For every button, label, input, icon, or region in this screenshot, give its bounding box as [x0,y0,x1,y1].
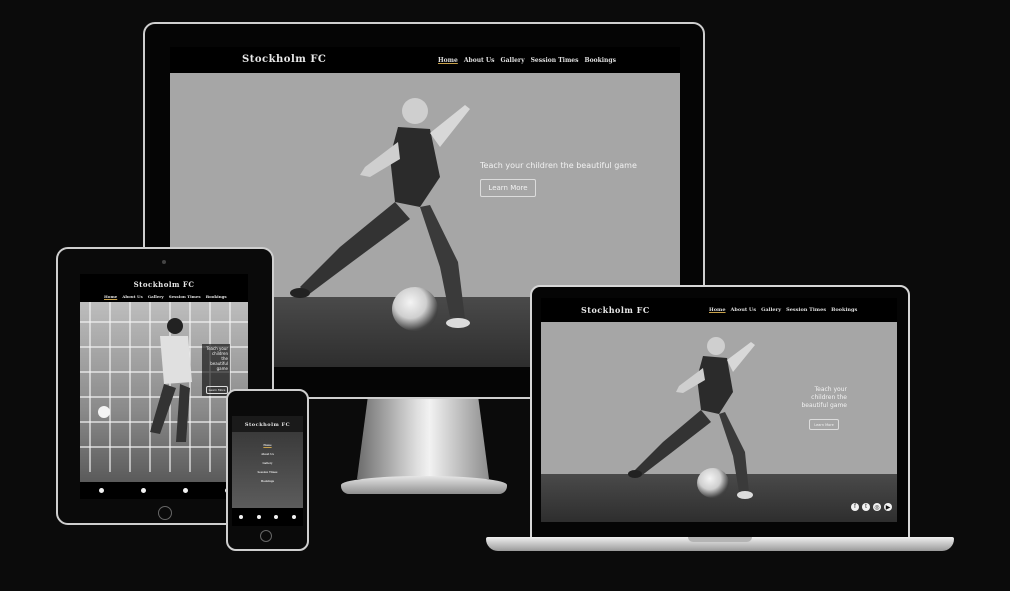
laptop-social-icons: f t ◎ ▶ [851,503,892,511]
instagram-icon[interactable]: ◎ [873,503,881,511]
tablet-home-button[interactable] [158,506,172,520]
tablet-navbar: Stockholm FC Home About Us Gallery Sessi… [80,274,248,302]
tablet-camera-icon [162,260,166,264]
laptop-nav-home[interactable]: Home [709,307,726,313]
nav-home[interactable]: Home [438,57,458,64]
desktop-hero-text: Teach your children the beautiful game [480,161,637,170]
desktop-hero-ball [392,287,438,331]
tablet-hero-line: game [216,366,228,371]
laptop-hero-line: Teach your [814,386,847,393]
desktop-brand[interactable]: Stockholm FC [242,54,326,65]
tablet-nav-home[interactable]: Home [104,294,117,299]
twitter-icon[interactable]: t [862,503,870,511]
desktop-nav-menu: Home About Us Gallery Session Times Book… [438,57,616,64]
laptop-nav-bookings[interactable]: Bookings [831,307,857,313]
laptop-screen: Stockholm FC Home About Us Gallery Sessi… [541,298,897,522]
tablet-learn-more-button[interactable]: Learn More [206,386,228,394]
nav-gallery[interactable]: Gallery [501,57,525,64]
laptop-hero-ball [697,468,729,498]
desktop-monitor-base [341,476,507,494]
laptop-nav-sessions[interactable]: Session Times [786,307,826,313]
laptop-notch [688,537,752,542]
phone-brand[interactable]: Stockholm FC [232,422,303,428]
instagram-icon[interactable] [274,515,279,519]
tablet-nav-bookings[interactable]: Bookings [206,294,227,299]
instagram-icon[interactable] [182,488,188,493]
youtube-icon[interactable]: ▶ [884,503,892,511]
phone-hero-image: Home About Us Gallery Session Times Book… [232,432,303,508]
desktop-monitor-stand [357,399,489,479]
tablet-screen: Stockholm FC Home About Us Gallery Sessi… [80,274,248,499]
phone-nav-menu: Home About Us Gallery Session Times Book… [232,432,303,483]
phone-footer [232,508,303,526]
tablet-nav-gallery[interactable]: Gallery [148,294,164,299]
tablet-nav-about[interactable]: About Us [122,294,142,299]
facebook-icon[interactable] [238,515,243,519]
laptop-learn-more-button[interactable]: Learn More [809,419,839,430]
twitter-icon[interactable] [140,488,146,493]
phone-nav-home[interactable]: Home [263,444,271,447]
tablet-nav-sessions[interactable]: Session Times [169,294,201,299]
desktop-learn-more-button[interactable]: Learn More [480,179,536,197]
phone-nav-sessions[interactable]: Session Times [258,471,278,474]
desktop-hero-player-image [290,98,470,328]
laptop-hero-line: beautiful game [801,402,847,409]
laptop-navbar: Stockholm FC Home About Us Gallery Sessi… [541,298,897,322]
laptop-nav-gallery[interactable]: Gallery [761,307,781,313]
laptop-brand[interactable]: Stockholm FC [581,305,650,315]
phone-nav-bookings[interactable]: Bookings [261,480,274,483]
nav-bookings[interactable]: Bookings [585,57,616,64]
youtube-icon[interactable] [292,515,297,519]
tablet-hero-overlay: Teach your children the beautiful game L… [202,344,230,396]
laptop-hero-line: children the [811,394,847,401]
phone-home-button[interactable] [260,530,272,542]
laptop-hero-text: Teach your children the beautiful game [791,386,847,410]
laptop-nav-about[interactable]: About Us [731,307,757,313]
phone-nav-about[interactable]: About Us [261,453,274,456]
tablet-nav-menu: Home About Us Gallery Session Times Book… [104,294,227,299]
phone-nav-gallery[interactable]: Gallery [262,462,272,465]
tablet-hero-text: Teach your children the beautiful game [202,344,230,373]
laptop-hero-player-image [628,337,755,499]
nav-about[interactable]: About Us [464,57,495,64]
nav-sessions[interactable]: Session Times [531,57,579,64]
desktop-navbar: Stockholm FC Home About Us Gallery Sessi… [170,47,680,73]
tablet-brand[interactable]: Stockholm FC [80,280,248,289]
twitter-icon[interactable] [256,515,261,519]
facebook-icon[interactable] [98,488,104,493]
tablet-footer [80,482,248,499]
facebook-icon[interactable]: f [851,503,859,511]
laptop-nav-menu: Home About Us Gallery Session Times Book… [709,307,857,313]
phone-screen: Stockholm FC Home About Us Gallery Sessi… [232,416,303,526]
